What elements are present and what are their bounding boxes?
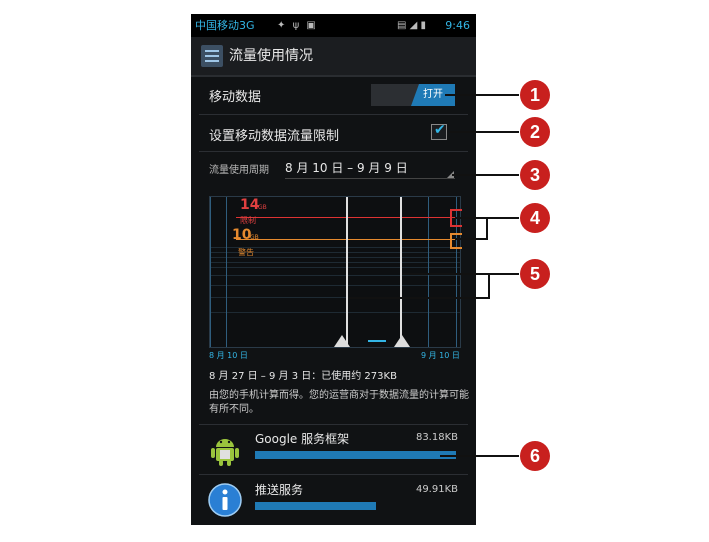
signal-icon: ◢ bbox=[409, 20, 418, 31]
limit-label: 限制 bbox=[240, 216, 256, 225]
x-axis-end: 9 月 10 日 bbox=[421, 351, 460, 360]
app-usage-bar bbox=[255, 502, 376, 510]
sd-icon: ▤ bbox=[397, 20, 407, 31]
callout-line-2 bbox=[450, 131, 519, 133]
carrier-name: 中国移动3G bbox=[195, 19, 255, 32]
status-bar: 中国移动3G ✦ ψ ▣ ▤ ◢ ▮ 9:46 bbox=[191, 14, 476, 37]
mobile-data-toggle[interactable]: 打开 bbox=[371, 84, 455, 106]
divider bbox=[199, 474, 468, 475]
range-start-handle[interactable] bbox=[334, 335, 350, 347]
usb-icon: ψ bbox=[292, 20, 302, 31]
divider bbox=[199, 424, 468, 425]
gridline bbox=[210, 285, 460, 286]
callout-line-5b bbox=[348, 297, 490, 299]
callout-badge-3: 3 bbox=[520, 160, 550, 190]
callout-line-4b bbox=[455, 238, 487, 240]
cycle-label: 流量使用周期 bbox=[209, 165, 269, 176]
mobile-data-label: 移动数据 bbox=[209, 90, 262, 105]
gridline bbox=[210, 275, 460, 276]
callout-line-6 bbox=[440, 455, 519, 457]
divider bbox=[199, 151, 468, 152]
limit-line bbox=[236, 217, 460, 218]
range-summary: 8 月 27 日 – 9 月 3 日：已使用约 273KB bbox=[209, 371, 397, 382]
limit-setting-label: 设置移动数据流量限制 bbox=[209, 129, 340, 144]
limit-value: 14 bbox=[240, 197, 260, 213]
phone-screen: 中国移动3G ✦ ψ ▣ ▤ ◢ ▮ 9:46 流量使用情况 移动数据 打开 设… bbox=[191, 14, 476, 525]
callout-badge-2: 2 bbox=[520, 117, 550, 147]
warning-unit: GB bbox=[250, 234, 259, 241]
warning-label: 警告 bbox=[238, 248, 254, 257]
info-icon bbox=[207, 482, 243, 518]
gridline bbox=[210, 262, 460, 263]
cycle-spinner[interactable]: 8 月 10 日 – 9 月 9 日 bbox=[285, 159, 408, 176]
system-icons: ▤ ◢ ▮ bbox=[397, 14, 426, 37]
limit-checkbox[interactable]: ✔ bbox=[431, 122, 447, 140]
checkmark-icon: ✔ bbox=[434, 122, 446, 138]
spinner-underline bbox=[285, 178, 455, 179]
app-size: 49.91KB bbox=[415, 484, 458, 495]
range-start-line[interactable] bbox=[346, 197, 348, 347]
app-name: 推送服务 bbox=[255, 483, 304, 497]
calculation-note: 由您的手机计算而得。您的运营商对于数据流量的计算可能有所不同。 bbox=[209, 390, 469, 415]
action-bar: 流量使用情况 bbox=[191, 37, 476, 77]
warning-value: 10 bbox=[232, 227, 252, 243]
warning-drag-handle[interactable] bbox=[450, 233, 462, 249]
usage-series bbox=[368, 340, 386, 342]
app-name: Google 服务框架 bbox=[255, 432, 350, 446]
page-title: 流量使用情况 bbox=[229, 48, 313, 64]
callout-badge-6: 6 bbox=[520, 441, 550, 471]
callout-line-4c bbox=[486, 217, 488, 240]
callout-line-3 bbox=[452, 174, 519, 176]
gridline bbox=[210, 267, 460, 268]
chart-vgrid bbox=[226, 197, 227, 347]
chart-vgrid bbox=[428, 197, 429, 347]
range-end-handle[interactable] bbox=[394, 335, 410, 347]
android-icon bbox=[207, 431, 243, 467]
callout-badge-4: 4 bbox=[520, 203, 550, 233]
warning-line bbox=[236, 239, 460, 240]
app-usage-bar bbox=[255, 451, 456, 459]
range-end-line[interactable] bbox=[400, 197, 402, 347]
app-row-google-services[interactable]: Google 服务框架 83.18KB bbox=[191, 426, 476, 472]
callout-badge-5: 5 bbox=[520, 259, 550, 289]
battery-icon: ▮ bbox=[420, 20, 427, 31]
callout-line-1 bbox=[445, 94, 519, 96]
usage-chart[interactable]: 14 GB 限制 10 GB 警告 bbox=[209, 196, 462, 348]
limit-unit: GB bbox=[258, 204, 267, 211]
x-axis-start: 8 月 10 日 bbox=[209, 351, 248, 360]
notification-icons: ✦ ψ ▣ bbox=[277, 14, 318, 37]
clock: 9:46 bbox=[445, 19, 470, 32]
gridline bbox=[210, 312, 460, 313]
image-icon: ▣ bbox=[306, 20, 318, 31]
app-size: 83.18KB bbox=[415, 432, 458, 443]
callout-line-5a bbox=[402, 273, 519, 275]
android-icon: ✦ bbox=[277, 20, 288, 31]
callout-badge-1: 1 bbox=[520, 80, 550, 110]
data-usage-icon[interactable] bbox=[201, 45, 223, 67]
chart-left-edge bbox=[210, 197, 211, 347]
app-row-push-service[interactable]: 推送服务 49.91KB bbox=[191, 476, 476, 525]
callout-line-5c bbox=[488, 273, 490, 299]
